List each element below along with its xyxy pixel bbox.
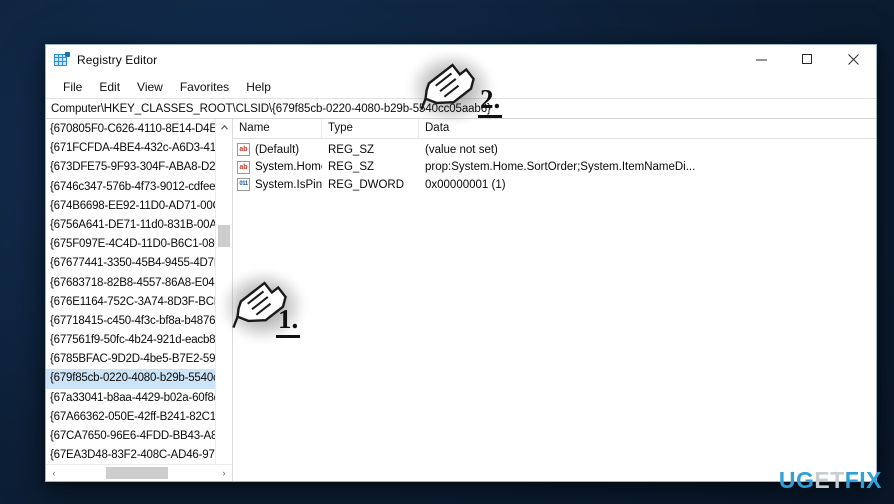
watermark-part-1: UG (778, 467, 815, 493)
tree-item[interactable]: {671FCFDA-4BE4-432c-A6D3-4179179 (46, 139, 232, 158)
column-header-name[interactable]: Name (233, 119, 322, 138)
column-header-type[interactable]: Type (322, 119, 419, 138)
tree-item[interactable]: {67683718-82B8-4557-86A8-E04D169 (46, 274, 232, 293)
value-row[interactable]: 011 System.IsPinned... REG_DWORD 0x00000001… (233, 176, 876, 194)
value-name-cell: ab System.Home.P... (233, 160, 322, 174)
tree-item[interactable]: {674B6698-EE92-11D0-AD71-00C04FD (46, 197, 232, 216)
menu-item-help[interactable]: Help (238, 78, 280, 96)
watermark-part-3: FIX (844, 467, 882, 493)
tree-item[interactable]: {67A66362-050E-42ff-B241-82C1F51E (46, 408, 232, 427)
registry-path-bar[interactable]: Computer\HKEY_CLASSES_ROOT\CLSID\{679f85… (46, 99, 876, 119)
values-column-header: Name Type Data (233, 119, 876, 139)
registry-editor-window: Registry Editor File Edit View Favorites… (45, 44, 877, 482)
tree-item[interactable]: {6756A641-DE71-11d0-831B-00AA005 (46, 216, 232, 235)
value-name-text: System.Home.P... (255, 161, 322, 174)
ugetfix-watermark: UG ET FIX (779, 467, 882, 494)
value-row[interactable]: ab System.Home.P... REG_SZ prop:System.Home… (233, 159, 876, 177)
window-controls (738, 45, 876, 74)
menu-item-edit[interactable]: Edit (91, 78, 129, 96)
value-name-cell: 011 System.IsPinned... (233, 178, 322, 192)
tree-scrollbar-thumb[interactable] (218, 225, 230, 247)
registry-values-pane: Name Type Data ab (Default) REG_SZ (value n… (233, 119, 876, 481)
value-type-cell: REG_DWORD (328, 178, 405, 191)
string-value-icon: ab (237, 143, 250, 157)
tree-item[interactable]: {6785BFAC-9D2D-4be5-B7E2-59937E (46, 350, 232, 369)
tree-hscroll-track[interactable] (62, 465, 216, 481)
tree-item[interactable]: {673DFE75-9F93-304F-ABA8-D2A86B (46, 158, 232, 177)
menu-bar: File Edit View Favorites Help (46, 75, 876, 99)
value-data-cell: 0x00000001 (1) (425, 178, 506, 191)
chevron-up-icon[interactable] (216, 119, 232, 135)
chevron-right-icon[interactable]: › (216, 465, 232, 481)
tree-item[interactable]: {676E1164-752C-3A74-8D3F-BCD32A (46, 293, 232, 312)
tree-item[interactable]: {67677441-3350-45B4-9455-4D7F4A5( (46, 254, 232, 273)
value-data-cell: prop:System.Home.SortOrder;System.ItemNa… (425, 161, 696, 174)
dword-value-icon: 011 (237, 178, 250, 192)
value-data-cell: (value not set) (425, 143, 498, 156)
tree-item[interactable]: {6746c347-576b-4f73-9012-cdfeea25 (46, 178, 232, 197)
value-name-text: System.IsPinned... (255, 178, 322, 191)
tree-vertical-scrollbar[interactable] (215, 119, 232, 481)
tree-item[interactable]: {67EA3D48-83F2-408C-AD46-97F207D (46, 446, 232, 464)
value-name-cell: ab (Default) (233, 143, 322, 157)
menu-item-favorites[interactable]: Favorites (172, 78, 238, 96)
close-icon[interactable] (830, 45, 876, 74)
tree-item[interactable]: {679f85cb-0220-4080-b29b-5540cc05 (46, 369, 232, 389)
value-type-cell: REG_SZ (328, 161, 375, 174)
window-title: Registry Editor (77, 52, 158, 67)
window-titlebar[interactable]: Registry Editor (46, 45, 876, 75)
tree-item[interactable]: {67CA7650-96E6-4FDD-BB43-A8E774 (46, 427, 232, 446)
string-value-icon: ab (237, 160, 250, 174)
tree-hscroll-thumb[interactable] (106, 467, 168, 479)
tree-item[interactable]: {67718415-c450-4f3c-bf8a-b487642d (46, 312, 232, 331)
tree-item[interactable]: {677561f9-50fc-4b24-921d-eacb8970 (46, 331, 232, 350)
tree-item[interactable]: {670805F0-C626-4110-8E14-D4E6F062 (46, 120, 232, 139)
minimize-icon[interactable] (738, 45, 784, 74)
chevron-left-icon[interactable]: ‹ (46, 465, 62, 481)
watermark-part-2: ET (814, 467, 845, 493)
registry-tree-pane: {670805F0-C626-4110-8E14-D4E6F062 {671FCF… (46, 119, 233, 481)
menu-item-view[interactable]: View (129, 78, 172, 96)
column-header-data[interactable]: Data (419, 119, 876, 138)
registry-path-text: Computer\HKEY_CLASSES_ROOT\CLSID\{679f85… (51, 102, 491, 115)
window-body: {670805F0-C626-4110-8E14-D4E6F062 {671FCF… (46, 119, 876, 481)
registry-editor-icon (54, 51, 70, 68)
tree-item[interactable]: {675F097E-4C4D-11D0-B6C1-0800091 (46, 235, 232, 254)
value-name-text: (Default) (255, 143, 300, 156)
maximize-icon[interactable] (784, 45, 830, 74)
tree-item[interactable]: {67a33041-b8aa-4429-b02a-60f8d007 (46, 389, 232, 408)
registry-tree-list[interactable]: {670805F0-C626-4110-8E14-D4E6F062 {671FCF… (46, 119, 232, 464)
values-row-list: ab (Default) REG_SZ (value not set) ab System… (233, 139, 876, 194)
value-type-cell: REG_SZ (328, 143, 375, 156)
value-row[interactable]: ab (Default) REG_SZ (value not set) (233, 141, 876, 159)
menu-item-file[interactable]: File (55, 78, 91, 96)
tree-horizontal-scrollbar[interactable]: ‹ › (46, 464, 232, 481)
